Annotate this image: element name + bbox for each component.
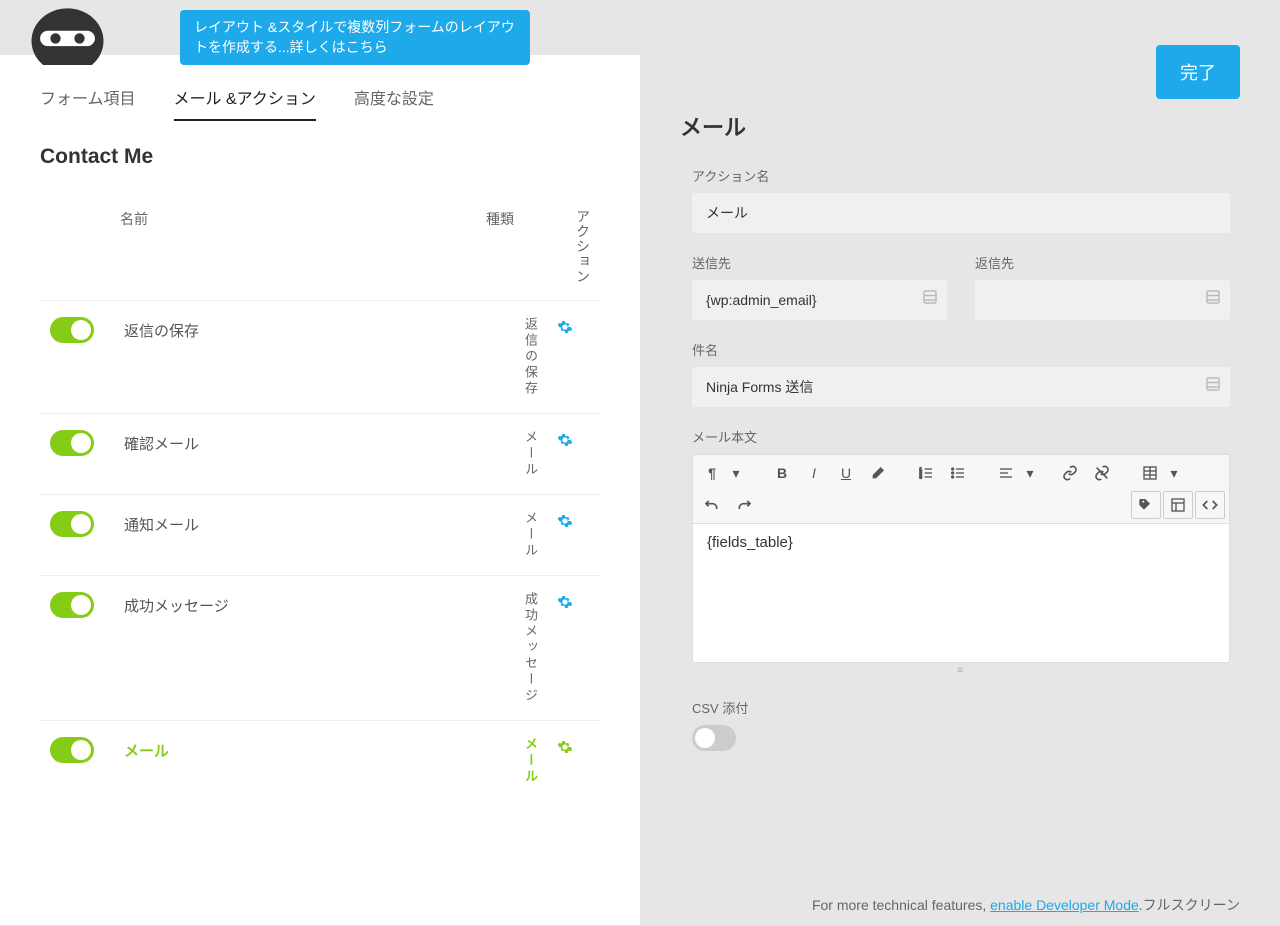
- tab-emails-actions[interactable]: メール &アクション: [174, 85, 316, 121]
- link-icon[interactable]: [1055, 459, 1085, 487]
- unlink-icon[interactable]: [1087, 459, 1117, 487]
- to-label: 送信先: [692, 253, 947, 272]
- action-type: 成功メッセージ: [490, 592, 540, 704]
- to-input[interactable]: [692, 280, 947, 320]
- gear-icon[interactable]: [557, 513, 573, 529]
- ninja-logo: [20, 5, 115, 65]
- merge-tag-icon[interactable]: [1204, 375, 1222, 398]
- action-row[interactable]: 返信の保存 返信の保存: [40, 300, 600, 413]
- email-body-editor[interactable]: {fields_table}: [692, 523, 1230, 663]
- paragraph-icon[interactable]: ¶: [697, 459, 727, 487]
- form-title: Contact Me: [40, 145, 600, 169]
- merge-tags-icon[interactable]: [1131, 491, 1161, 519]
- panel-title: メール: [680, 110, 1230, 142]
- action-toggle[interactable]: [50, 511, 94, 537]
- action-name: 通知メール: [124, 511, 490, 535]
- layout-tooltip[interactable]: レイアウト &スタイルで複数列フォームのレイアウトを作成する...詳しくはこちら: [180, 10, 530, 65]
- action-row[interactable]: 成功メッセージ 成功メッセージ: [40, 575, 600, 720]
- gear-icon[interactable]: [557, 594, 573, 610]
- eraser-icon[interactable]: [863, 459, 893, 487]
- action-name-input[interactable]: [692, 193, 1230, 233]
- column-header-name: 名前: [110, 209, 470, 284]
- align-icon[interactable]: [991, 459, 1021, 487]
- gear-icon[interactable]: [557, 319, 573, 335]
- media-icon[interactable]: [1163, 491, 1193, 519]
- action-type: 返信の保存: [490, 317, 540, 397]
- developer-mode-link[interactable]: enable Developer Mode: [990, 897, 1139, 913]
- action-name: メール: [124, 737, 490, 761]
- bold-icon[interactable]: B: [767, 459, 797, 487]
- gear-icon[interactable]: [557, 432, 573, 448]
- ol-icon[interactable]: 123: [911, 459, 941, 487]
- footer-text: For more technical features,: [812, 897, 990, 913]
- action-type: メール: [490, 430, 540, 478]
- underline-icon[interactable]: U: [831, 459, 861, 487]
- italic-icon[interactable]: I: [799, 459, 829, 487]
- caret-down-icon[interactable]: ▾: [729, 459, 743, 487]
- ul-icon[interactable]: [943, 459, 973, 487]
- body-label: メール本文: [692, 427, 1230, 446]
- subject-input[interactable]: [692, 367, 1230, 407]
- action-row[interactable]: メール メール: [40, 720, 600, 801]
- action-toggle[interactable]: [50, 317, 94, 343]
- column-header-action: アクション: [530, 209, 590, 284]
- action-name: 返信の保存: [124, 317, 490, 341]
- merge-tag-icon[interactable]: [921, 288, 939, 311]
- action-name-label: アクション名: [692, 166, 1230, 185]
- code-icon[interactable]: [1195, 491, 1225, 519]
- undo-icon[interactable]: [697, 491, 727, 519]
- action-name: 確認メール: [124, 430, 490, 454]
- redo-icon[interactable]: [729, 491, 759, 519]
- action-toggle[interactable]: [50, 737, 94, 763]
- csv-label: CSV 添付: [692, 698, 1230, 717]
- subject-label: 件名: [692, 340, 1230, 359]
- caret-down-icon[interactable]: ▾: [1167, 459, 1181, 487]
- resize-handle[interactable]: ≡: [692, 663, 1230, 678]
- tab-form-fields[interactable]: フォーム項目: [40, 85, 136, 121]
- action-row[interactable]: 通知メール メール: [40, 494, 600, 575]
- footer-after: .フルスクリーン: [1139, 897, 1240, 913]
- action-type: メール: [490, 511, 540, 559]
- svg-text:3: 3: [919, 474, 922, 479]
- table-icon[interactable]: [1135, 459, 1165, 487]
- action-toggle[interactable]: [50, 592, 94, 618]
- csv-toggle[interactable]: [692, 725, 736, 751]
- reply-input[interactable]: [975, 280, 1230, 320]
- caret-down-icon[interactable]: ▾: [1023, 459, 1037, 487]
- action-toggle[interactable]: [50, 430, 94, 456]
- merge-tag-icon[interactable]: [1204, 288, 1222, 311]
- column-header-type: 種類: [470, 209, 530, 284]
- action-type: メール: [490, 737, 540, 785]
- reply-label: 返信先: [975, 253, 1230, 272]
- action-row[interactable]: 確認メール メール: [40, 413, 600, 494]
- action-name: 成功メッセージ: [124, 592, 490, 616]
- gear-icon[interactable]: [557, 739, 573, 755]
- tab-advanced[interactable]: 高度な設定: [354, 85, 434, 121]
